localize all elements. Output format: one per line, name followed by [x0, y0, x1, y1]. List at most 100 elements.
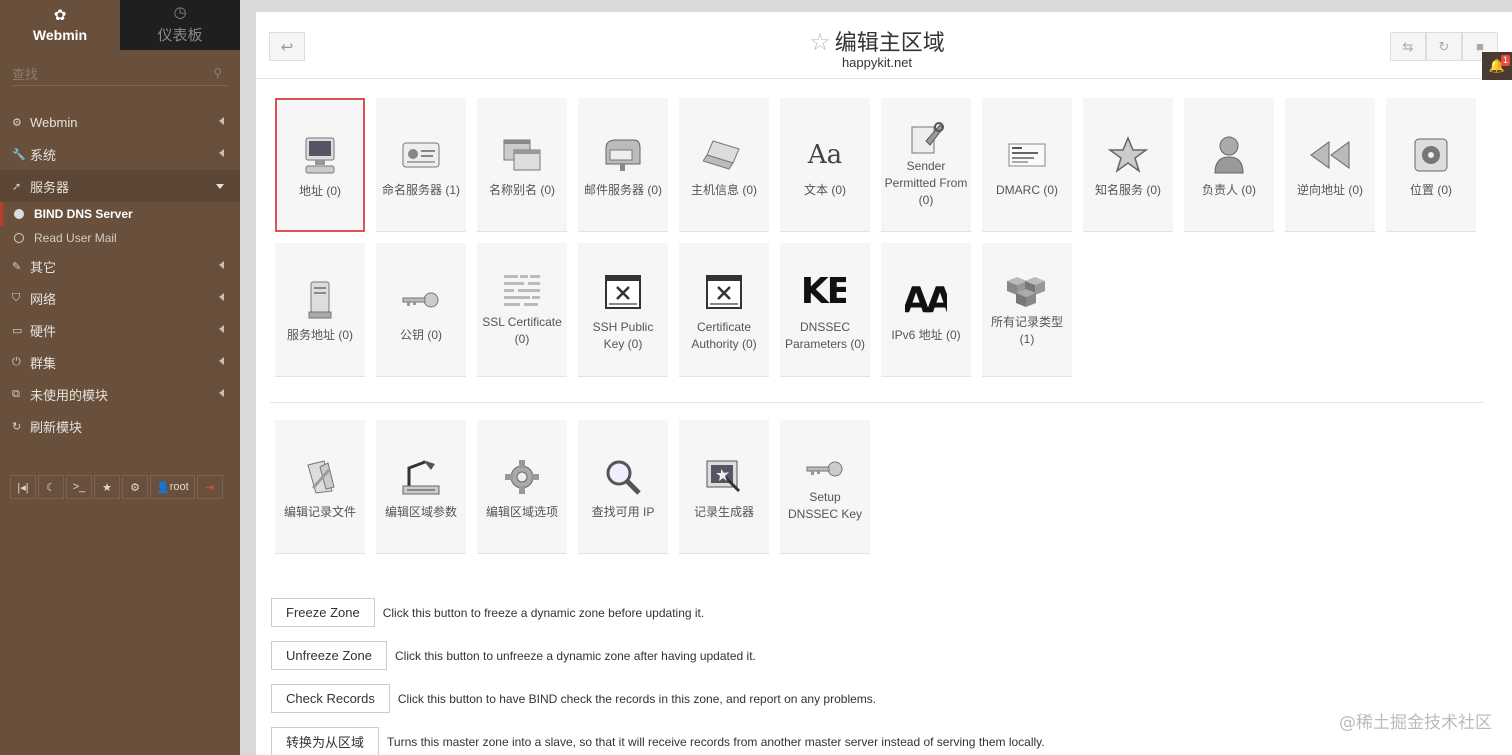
text-aa-glyph: Aa	[807, 140, 843, 170]
sidebar-search: ⚲	[0, 50, 240, 100]
record-type-loc[interactable]: 位置 (0)	[1386, 98, 1476, 232]
tab-webmin-label: Webmin	[32, 26, 88, 43]
tool-edit-records-file[interactable]: 编辑记录文件	[275, 420, 365, 554]
record-type-nameserver[interactable]: 命名服务器 (1)	[376, 98, 466, 232]
favorites-button[interactable]: ★	[94, 475, 120, 499]
collapse-sidebar-button[interactable]: |◂|	[10, 475, 36, 499]
tool-label: 编辑记录文件	[283, 505, 356, 519]
tab-webmin[interactable]: ✿ Webmin	[0, 0, 120, 50]
record-type-spf[interactable]: Sender Permitted From (0)	[881, 98, 971, 232]
record-type-txt[interactable]: Aa 文本 (0)	[780, 98, 870, 232]
sidebar-item-webmin[interactable]: ⚙ Webmin	[0, 106, 240, 138]
user-cog-icon: 👤	[156, 481, 170, 494]
logout-button[interactable]: ⇥	[196, 475, 223, 499]
record-type-caa[interactable]: Certificate Authority (0)	[679, 243, 769, 377]
image-not-found-icon	[605, 267, 641, 317]
record-type-label: Sender Permitted From (0)	[884, 159, 968, 207]
tool-setup-dnssec-key[interactable]: Setup DNSSEC Key	[780, 420, 870, 554]
check-records-button[interactable]: Check Records	[271, 684, 390, 713]
sidebar-item-refresh-modules[interactable]: ↻ 刷新模块	[0, 410, 240, 442]
terminal-button[interactable]: >_	[66, 475, 92, 499]
record-type-label: SSH Public Key (0)	[592, 319, 654, 351]
record-type-srv[interactable]: 服务地址 (0)	[275, 243, 365, 377]
record-type-label: 主机信息 (0)	[690, 183, 757, 197]
sidebar-item-label: 网络	[30, 291, 57, 307]
tool-edit-zone-options[interactable]: 编辑区域选项	[477, 420, 567, 554]
unfreeze-zone-button[interactable]: Unfreeze Zone	[271, 641, 387, 670]
aa-glyph: AA	[905, 279, 947, 321]
star-icon	[1108, 130, 1148, 180]
action-row: Freeze Zone Click this button to freeze …	[271, 598, 1045, 627]
sidebar-item-cluster[interactable]: ⏻ 群集	[0, 346, 240, 378]
sidebar-item-label: 刷新模块	[30, 419, 83, 435]
user-button[interactable]: 👤 root	[150, 475, 195, 499]
tools-icon: ✎	[12, 260, 22, 273]
radio-filled-icon	[14, 209, 24, 219]
image-not-found-icon	[706, 267, 742, 317]
sidebar-item-hardware[interactable]: ▭ 硬件	[0, 314, 240, 346]
tab-dashboard-label: 仪表板	[157, 27, 203, 44]
cubes-icon	[1007, 272, 1047, 312]
record-type-ptr[interactable]: 逆向地址 (0)	[1285, 98, 1375, 232]
record-type-aaaa[interactable]: AA IPv6 地址 (0)	[881, 243, 971, 377]
freeze-zone-button[interactable]: Freeze Zone	[271, 598, 375, 627]
tool-record-generator[interactable]: 记录生成器	[679, 420, 769, 554]
wrench-doc-icon	[908, 120, 944, 156]
sidebar-item-label: 未使用的模块	[30, 387, 109, 403]
record-type-all[interactable]: 所有记录类型 (1)	[982, 243, 1072, 377]
settings-button[interactable]: ⚙	[122, 475, 148, 499]
search-input[interactable]	[12, 64, 228, 86]
tab-dashboard[interactable]: ◷ 仪表板	[120, 0, 240, 50]
sidebar-item-network[interactable]: ⛉ 网络	[0, 282, 240, 314]
record-type-address[interactable]: 地址 (0)	[275, 98, 365, 232]
night-mode-button[interactable]: ☾	[38, 475, 64, 499]
sidebar-item-others[interactable]: ✎ 其它	[0, 250, 240, 282]
sidebar-item-system[interactable]: 🔧 系统	[0, 138, 240, 170]
chevron-down-icon	[216, 184, 224, 189]
record-type-wks[interactable]: 知名服务 (0)	[1083, 98, 1173, 232]
chevron-left-icon	[219, 389, 224, 397]
ke-glyph: KE	[804, 271, 846, 312]
page-subtitle: happykit.net	[841, 55, 913, 70]
record-type-label: SSL Certificate (0)	[482, 314, 562, 346]
record-type-cname[interactable]: 名称别名 (0)	[477, 98, 567, 232]
ke-text-icon: KE	[804, 267, 846, 317]
gear-icon: ⚙	[12, 116, 22, 129]
certificate-text-icon	[502, 271, 542, 312]
sidebar-subitem-read-mail[interactable]: Read User Mail	[0, 226, 240, 250]
key-icon	[401, 275, 441, 325]
record-type-hinfo[interactable]: 主机信息 (0)	[679, 98, 769, 232]
chevron-left-icon	[219, 293, 224, 301]
refresh-button[interactable]: ↻	[1426, 32, 1462, 61]
record-type-nsec3param[interactable]: KE DNSSEC Parameters (0)	[780, 243, 870, 377]
location-icon	[1413, 130, 1449, 180]
search-icon: ⚲	[213, 66, 222, 80]
cogs-icon: ⚙	[130, 481, 140, 494]
record-type-sslcert[interactable]: SSL Certificate (0)	[477, 243, 567, 377]
record-type-label: Certificate Authority (0)	[691, 319, 757, 351]
tool-label: 编辑区域参数	[384, 505, 457, 519]
convert-to-slave-button[interactable]: 转换为从区域	[271, 727, 380, 755]
tool-edit-zone-params[interactable]: 编辑区域参数	[376, 420, 466, 554]
sidebar-menu: ⚙ Webmin 🔧 系统 ➚ 服务器 BIND DNS Server Read…	[0, 106, 240, 442]
record-type-sshfp[interactable]: SSH Public Key (0)	[578, 243, 668, 377]
tool-find-free-ip[interactable]: 查找可用 IP	[578, 420, 668, 554]
record-type-mx[interactable]: 邮件服务器 (0)	[578, 98, 668, 232]
logout-icon: ⇥	[205, 481, 215, 494]
cog-icon	[503, 452, 541, 502]
action-description: Turns this master zone into a slave, so …	[387, 734, 1045, 749]
sidebar-item-servers[interactable]: ➚ 服务器	[0, 170, 240, 202]
notifications-button[interactable]: 🔔 1	[1482, 52, 1512, 80]
record-type-key[interactable]: 公钥 (0)	[376, 243, 466, 377]
record-type-label: 公钥 (0)	[399, 328, 442, 342]
module-config-button[interactable]: ⇆	[1390, 32, 1426, 61]
action-row: Check Records Click this button to have …	[271, 684, 1045, 713]
record-type-rp[interactable]: 负责人 (0)	[1184, 98, 1274, 232]
rewind-icon	[1309, 130, 1351, 180]
sidebar-subitem-bind-dns[interactable]: BIND DNS Server	[0, 202, 240, 226]
record-type-dmarc[interactable]: DMARC (0)	[982, 98, 1072, 232]
sidebar-item-unused-modules[interactable]: ⧉ 未使用的模块	[0, 378, 240, 410]
user-name: root	[169, 481, 189, 493]
favorite-star-icon[interactable]: ☆	[809, 29, 831, 56]
record-type-label: 名称别名 (0)	[488, 183, 555, 197]
